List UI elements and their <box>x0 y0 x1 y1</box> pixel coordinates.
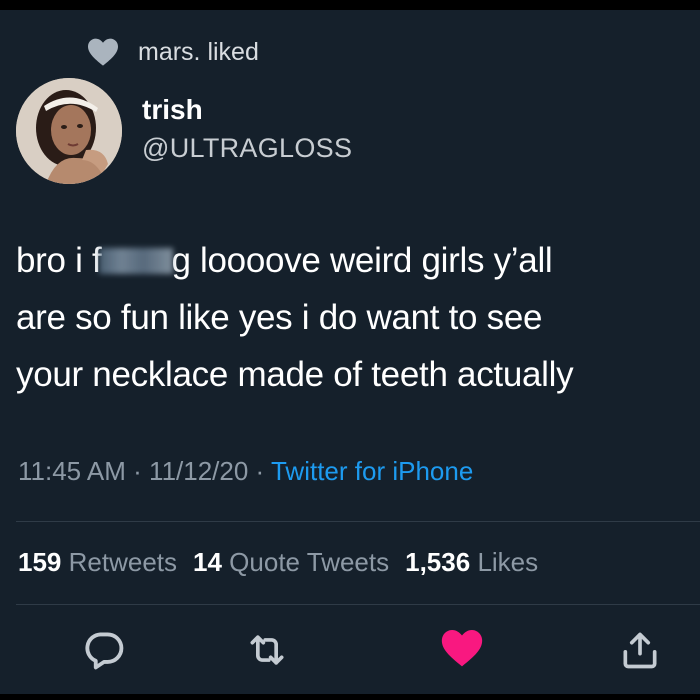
tweet-line-2: are so fun like yes i do want to see <box>16 298 543 337</box>
user-handle[interactable]: @ULTRAGLOSS <box>142 129 352 167</box>
likes-stat[interactable]: 1,536 Likes <box>405 547 538 578</box>
display-name[interactable]: trish <box>142 91 352 129</box>
reply-icon[interactable] <box>82 628 126 672</box>
author-names: trish @ULTRAGLOSS <box>142 91 352 167</box>
avatar-image <box>16 78 122 184</box>
retweets-stat[interactable]: 159 Retweets <box>18 547 177 578</box>
tweet-line-1-start: bro i f <box>16 241 102 280</box>
avatar[interactable] <box>16 78 122 184</box>
share-icon[interactable] <box>618 628 662 672</box>
tweet-stats: 159 Retweets 14 Quote Tweets 1,536 Likes <box>18 547 554 578</box>
quote-tweets-count: 14 <box>193 547 222 577</box>
like-icon[interactable] <box>440 626 484 670</box>
meta-separator-2: · <box>248 456 271 486</box>
tweet-screenshot: mars. liked trish @ULTRAGLOSS bro i f g l… <box>0 0 700 700</box>
retweets-label: Retweets <box>68 547 178 577</box>
action-bar <box>0 620 700 680</box>
tweet-date[interactable]: 11/12/20 <box>149 456 248 486</box>
tweet-text: bro i f g loooove weird girls y’all are s… <box>16 232 700 403</box>
bottom-border <box>0 694 700 700</box>
likes-count: 1,536 <box>405 547 471 577</box>
tweet-line-1: bro i f g loooove weird girls y’all <box>16 232 700 289</box>
tweet-source[interactable]: Twitter for iPhone <box>271 456 473 486</box>
quote-tweets-stat[interactable]: 14 Quote Tweets <box>193 547 389 578</box>
social-context-label: mars. liked <box>138 37 259 66</box>
quote-tweets-label: Quote Tweets <box>229 547 390 577</box>
tweet-meta: 11:45 AM · 11/12/20 · Twitter for iPhone <box>18 456 473 487</box>
likes-label: Likes <box>477 547 539 577</box>
social-context[interactable]: mars. liked <box>86 36 259 68</box>
retweet-icon[interactable] <box>245 628 289 672</box>
tweet-author[interactable]: trish @ULTRAGLOSS <box>16 78 352 184</box>
censor-blur <box>99 248 174 274</box>
divider-bottom <box>16 604 700 605</box>
tweet-line-1-end: g loooove weird girls y’all <box>171 241 553 280</box>
tweet-line-3: your necklace made of teeth actually <box>16 355 574 394</box>
meta-separator-1: · <box>125 456 150 486</box>
tweet-time[interactable]: 11:45 AM <box>18 456 126 486</box>
top-border <box>0 0 700 10</box>
divider-top <box>16 521 700 522</box>
heart-icon <box>88 38 118 66</box>
retweets-count: 159 <box>18 547 62 577</box>
